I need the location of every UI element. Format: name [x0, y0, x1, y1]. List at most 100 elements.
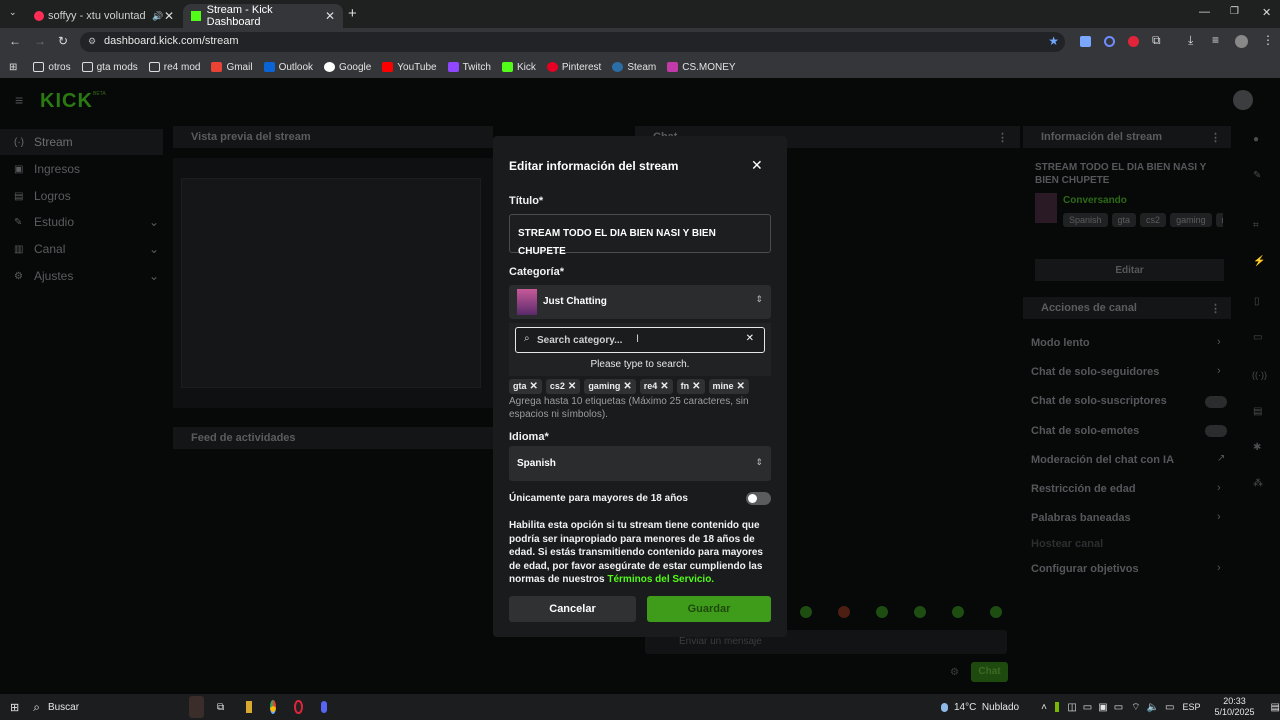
- wrench-icon[interactable]: ✱: [1253, 442, 1261, 453]
- notifications-icon[interactable]: ▤: [1271, 702, 1280, 713]
- bookmark-star-icon[interactable]: ★: [1048, 34, 1059, 48]
- remove-tag-icon[interactable]: ✕: [568, 381, 576, 392]
- sidebar-item-ajustes[interactable]: ⚙ Ajustes ⌄: [14, 269, 159, 283]
- volume-icon[interactable]: 🔈: [1147, 702, 1159, 713]
- camera-icon[interactable]: ⌗: [1253, 220, 1259, 231]
- clock[interactable]: 20:33 5/10/2025: [1214, 696, 1254, 718]
- forward-icon[interactable]: →: [34, 34, 46, 48]
- bookmark-pinterest[interactable]: Pinterest: [546, 62, 601, 73]
- language-indicator[interactable]: ESP: [1182, 702, 1200, 712]
- hamburger-menu-icon[interactable]: ≡: [15, 92, 23, 108]
- close-tab-icon[interactable]: ✕: [325, 9, 335, 23]
- terms-link[interactable]: Términos del Servicio.: [607, 574, 714, 585]
- emote-icon[interactable]: [914, 606, 926, 618]
- sidebar-item-estudio[interactable]: ✎ Estudio ⌄: [14, 215, 159, 229]
- new-tab-button[interactable]: +: [348, 5, 357, 22]
- address-bar[interactable]: ⚙ dashboard.kick.com/stream ★: [80, 32, 1065, 52]
- info-edit-button[interactable]: Editar: [1035, 259, 1224, 281]
- action-goals[interactable]: Configurar objetivos: [1031, 563, 1139, 575]
- emote-icon[interactable]: [876, 606, 888, 618]
- toggle-switch[interactable]: [1205, 396, 1227, 408]
- cancel-button[interactable]: Cancelar: [509, 596, 636, 622]
- chat-settings-icon[interactable]: ⚙: [950, 667, 959, 678]
- action-host-channel[interactable]: Hostear canal: [1031, 538, 1103, 550]
- remove-tag-icon[interactable]: ✕: [692, 381, 700, 392]
- extension-c-icon[interactable]: [1128, 36, 1139, 47]
- chat-send-button[interactable]: Chat: [971, 662, 1008, 682]
- discord-icon[interactable]: [320, 701, 327, 713]
- chrome-icon[interactable]: [270, 700, 277, 714]
- action-followers-only[interactable]: Chat de solo-seguidores: [1031, 366, 1159, 378]
- action-ai-moderation[interactable]: Moderación del chat con IA: [1031, 454, 1174, 466]
- user-avatar[interactable]: [1233, 90, 1253, 110]
- remove-tag-icon[interactable]: ✕: [623, 381, 631, 392]
- bookmark-youtube[interactable]: YouTube: [382, 62, 437, 73]
- sidebar-item-logros[interactable]: ▤ Logros: [14, 189, 71, 203]
- app-icon[interactable]: [294, 700, 303, 714]
- info-icon[interactable]: ●: [1253, 134, 1259, 145]
- action-subscribers-only[interactable]: Chat de solo-suscriptores: [1031, 395, 1167, 407]
- kebab-menu-icon[interactable]: ⋮: [1210, 302, 1221, 315]
- sidebar-item-canal[interactable]: ▥ Canal ⌄: [14, 242, 159, 256]
- tray-overflow-icon[interactable]: ˄: [1041, 702, 1047, 713]
- clear-search-icon[interactable]: ✕: [746, 333, 754, 344]
- remove-tag-icon[interactable]: ✕: [737, 381, 745, 392]
- nvidia-icon[interactable]: [1054, 702, 1060, 712]
- bookmark-outlook[interactable]: Outlook: [263, 62, 313, 73]
- category-search-input[interactable]: ⌕ Search category... I ✕: [515, 327, 765, 353]
- bookmark-otros[interactable]: otros: [33, 62, 71, 73]
- task-view-icon[interactable]: ⧉: [217, 702, 224, 713]
- close-tab-icon[interactable]: ✕: [164, 9, 174, 23]
- language-select[interactable]: Spanish ⇕: [509, 446, 771, 481]
- lightning-icon[interactable]: ⚡: [1253, 256, 1265, 267]
- bookmark-google[interactable]: Google: [324, 62, 371, 73]
- close-window-icon[interactable]: ✕: [1262, 6, 1271, 19]
- extensions-puzzle-icon[interactable]: ⧉: [1152, 33, 1161, 48]
- kick-logo[interactable]: KICK: [40, 90, 93, 113]
- edit-icon[interactable]: ✎: [1253, 170, 1261, 181]
- bookmark-kick[interactable]: Kick: [501, 62, 536, 73]
- profile-avatar-icon[interactable]: [1235, 35, 1248, 48]
- browser-menu-icon[interactable]: ⋮: [1262, 33, 1274, 47]
- adult-toggle[interactable]: [746, 492, 771, 505]
- extension-a-icon[interactable]: [1080, 36, 1091, 47]
- restore-icon[interactable]: ❐: [1230, 6, 1239, 17]
- bookmark-gmail[interactable]: Gmail: [211, 62, 253, 73]
- tab-list-chevron-icon[interactable]: ⌄: [9, 7, 17, 18]
- action-slow-mode[interactable]: Modo lento: [1031, 337, 1090, 349]
- tab-youtube[interactable]: soffyy - xtu voluntad (Vide 🔊 ✕: [26, 4, 182, 28]
- download-icon[interactable]: ⤓: [1188, 33, 1193, 48]
- broadcast-icon[interactable]: ((·)): [1252, 370, 1267, 380]
- bookmark-steam[interactable]: Steam: [612, 62, 656, 73]
- apps-grid-icon[interactable]: ⊞: [9, 62, 17, 73]
- media-control-icon[interactable]: ≡: [1212, 33, 1219, 47]
- bookmark-gta-mods[interactable]: gta mods: [81, 62, 138, 73]
- sidebar-item-stream[interactable]: (·) Stream: [14, 135, 73, 149]
- kebab-menu-icon[interactable]: ⋮: [997, 131, 1008, 144]
- remove-tag-icon[interactable]: ✕: [530, 381, 538, 392]
- bookmark-csmoney[interactable]: CS.MONEY: [667, 62, 736, 73]
- kebab-menu-icon[interactable]: ⋮: [1210, 131, 1221, 144]
- windows-start-icon[interactable]: ⊞: [10, 701, 19, 714]
- action-banned-words[interactable]: Palabras baneadas: [1031, 512, 1131, 524]
- bookmark-twitch[interactable]: Twitch: [447, 62, 491, 73]
- file-explorer-icon[interactable]: [246, 701, 253, 713]
- site-info-icon[interactable]: ⚙: [88, 36, 96, 47]
- tray-icons[interactable]: ◫▭▣▭: [1067, 702, 1129, 713]
- wifi-icon[interactable]: ⌔: [1131, 701, 1140, 714]
- emote-icon[interactable]: [838, 606, 850, 618]
- title-input[interactable]: STREAM TODO EL DIA BIEN NASI Y BIEN CHUP…: [509, 214, 771, 257]
- weather-text[interactable]: 14°C Nublado: [954, 702, 1019, 713]
- sidebar-item-ingresos[interactable]: ▣ Ingresos: [14, 162, 80, 176]
- emote-icon[interactable]: [990, 606, 1002, 618]
- emote-icon[interactable]: [800, 606, 812, 618]
- chat-bubble-icon[interactable]: ▭: [1253, 332, 1262, 343]
- minimize-icon[interactable]: —: [1199, 6, 1210, 18]
- emote-icon[interactable]: [952, 606, 964, 618]
- group-icon[interactable]: ⁂: [1253, 478, 1263, 489]
- action-emotes-only[interactable]: Chat de solo-emotes: [1031, 425, 1139, 437]
- tab-kick-dashboard[interactable]: Stream - Kick Dashboard ✕: [183, 4, 343, 28]
- extension-b-icon[interactable]: [1104, 36, 1115, 47]
- save-button[interactable]: Guardar: [647, 596, 771, 622]
- action-age-restriction[interactable]: Restricción de edad: [1031, 483, 1136, 495]
